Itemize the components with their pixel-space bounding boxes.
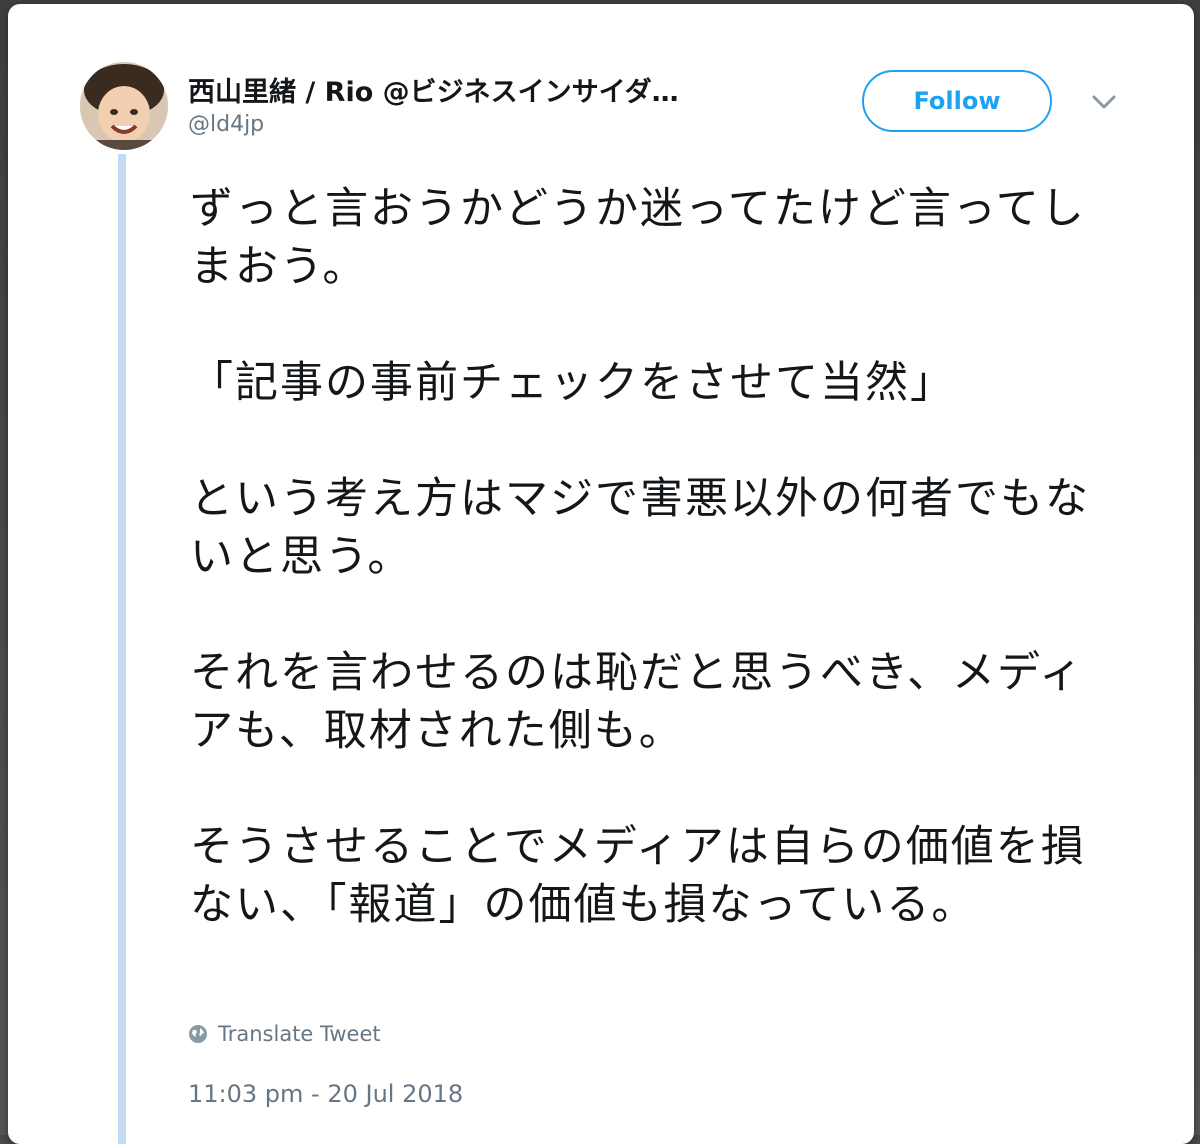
tweet-timestamp[interactable]: 11:03 pm - 20 Jul 2018 [188,1080,463,1108]
avatar-image [80,62,168,150]
avatar[interactable] [80,62,168,150]
tweet-card: 西山里緒 / Rio @ビジネスインサイダ… @ld4jp Follow ずっと… [8,4,1194,1144]
tweet-paragraph: という考え方はマジで害悪以外の何者でもないと思う。 [190,474,1090,582]
thread-line [118,154,126,1144]
tweet-paragraph: そうさせることでメディアは自らの価値を損ない、「報道」の価値も損なっている。 [190,822,1086,930]
translate-tweet-link[interactable]: Translate Tweet [188,1022,381,1046]
follow-button[interactable]: Follow [862,70,1052,132]
tweet-text: ずっと言おうかどうか迷ってたけど言ってしまおう。 「記事の事前チェックをさせて当… [190,180,1120,992]
chevron-down-icon[interactable] [1090,92,1118,112]
author-name[interactable]: 西山里緒 / Rio @ビジネスインサイダ… [188,70,679,109]
author-handle[interactable]: @ld4jp [188,112,264,137]
globe-icon [189,1025,207,1043]
translate-label: Translate Tweet [218,1022,381,1046]
tweet-paragraph: それを言わせるのは恥だと思うべき、メディアも、取材された側も。 [190,648,1084,756]
tweet-paragraph: 「記事の事前チェックをさせて当然」 [190,358,955,408]
tweet-paragraph: ずっと言おうかどうか迷ってたけど言ってしまおう。 [190,184,1086,292]
